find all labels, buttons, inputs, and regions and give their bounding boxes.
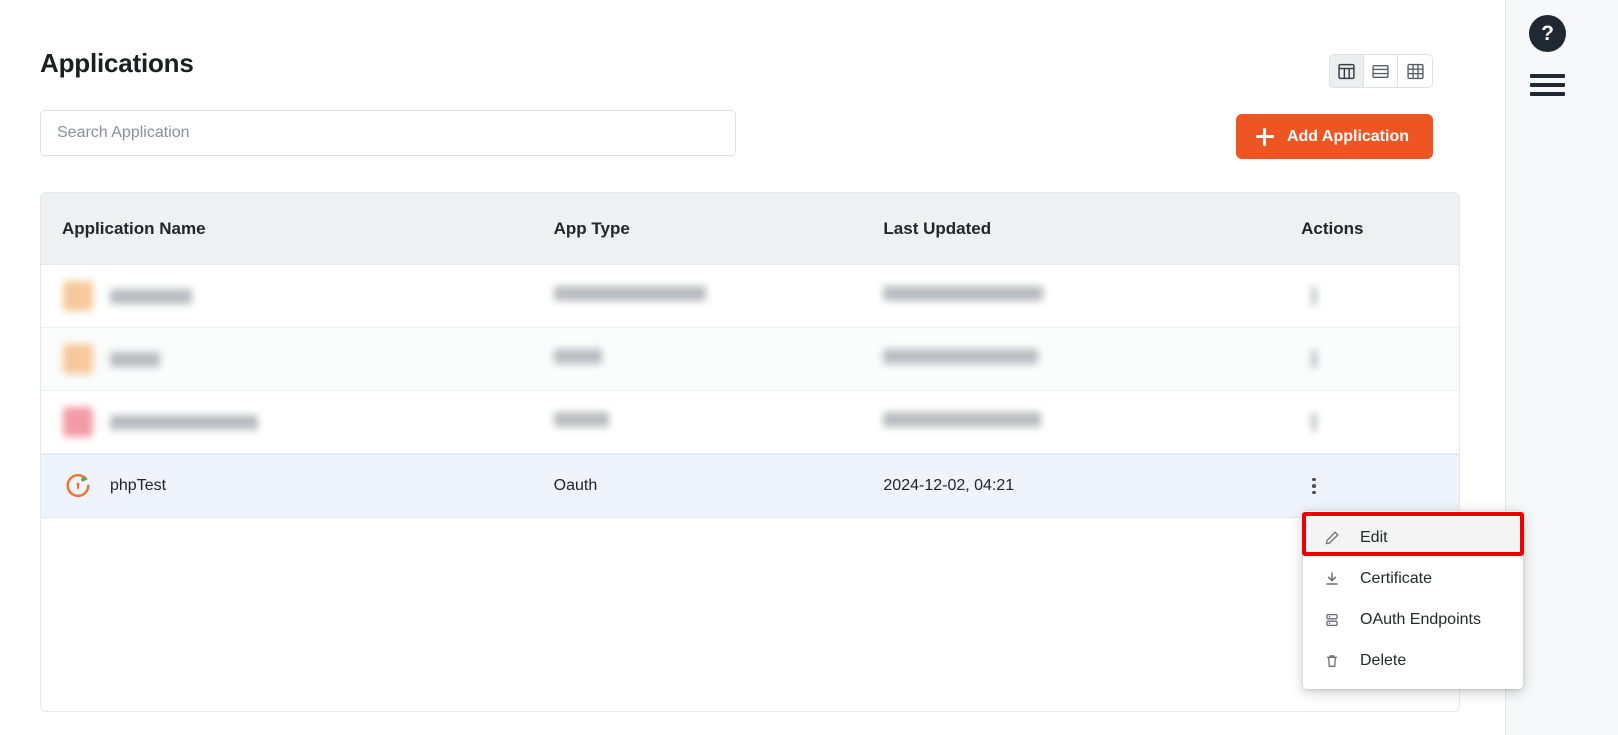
menu-item-delete-label: Delete bbox=[1360, 651, 1407, 669]
menu-item-certificate-label: Certificate bbox=[1360, 569, 1433, 587]
search-field-wrapper bbox=[40, 110, 736, 156]
view-mode-toggle-group[interactable] bbox=[1329, 54, 1433, 88]
search-input[interactable] bbox=[40, 110, 736, 156]
last-updated: 2024-12-02, 04:21 bbox=[883, 477, 1015, 494]
trash-icon bbox=[1321, 653, 1343, 669]
app-icon bbox=[62, 343, 94, 375]
app-icon bbox=[62, 280, 94, 312]
main-content: Applications Search Application Add Appl… bbox=[0, 0, 1524, 735]
menu-item-delete[interactable]: Delete bbox=[1303, 640, 1523, 681]
column-header-application-name: Application Name bbox=[62, 218, 206, 238]
row-actions-kebab-icon[interactable] bbox=[1301, 346, 1327, 372]
add-application-label: Add Application bbox=[1286, 127, 1409, 145]
view-mode-list-button[interactable] bbox=[1364, 55, 1398, 87]
pencil-icon bbox=[1321, 530, 1343, 546]
add-application-button[interactable]: Add Application bbox=[1235, 114, 1433, 159]
table-row[interactable] bbox=[41, 328, 1459, 391]
table-row[interactable] bbox=[41, 391, 1459, 454]
application-name-redacted bbox=[110, 351, 160, 367]
app-type-redacted bbox=[553, 412, 609, 427]
menu-item-edit[interactable]: Edit bbox=[1303, 517, 1523, 558]
menu-item-edit-label: Edit bbox=[1360, 528, 1388, 546]
row-actions-kebab-icon[interactable] bbox=[1301, 409, 1327, 435]
last-updated-redacted bbox=[883, 412, 1042, 427]
application-name-redacted bbox=[110, 414, 258, 430]
menu-item-certificate[interactable]: Certificate bbox=[1303, 558, 1523, 599]
row-actions-menu: Edit Certificate OAuth Endpoints Delete bbox=[1303, 511, 1523, 689]
menu-item-oauth-endpoints[interactable]: OAuth Endpoints bbox=[1303, 599, 1523, 640]
table-row[interactable] bbox=[41, 265, 1459, 328]
application-name-redacted bbox=[110, 288, 192, 304]
question-mark-icon: ? bbox=[1541, 21, 1554, 45]
application-page: Applications Search Application Add Appl… bbox=[0, 0, 1618, 735]
column-header-actions: Actions bbox=[1301, 218, 1364, 238]
app-type-redacted bbox=[553, 286, 706, 301]
hamburger-menu-icon[interactable] bbox=[1530, 74, 1565, 96]
table-header-row: Application Name App Type Last Updated A… bbox=[41, 193, 1459, 265]
column-header-last-updated: Last Updated bbox=[883, 218, 992, 238]
applications-table: Application Name App Type Last Updated A… bbox=[40, 192, 1460, 712]
view-mode-split-button[interactable] bbox=[1330, 55, 1364, 87]
view-mode-grid-button[interactable] bbox=[1398, 55, 1432, 87]
last-updated-redacted bbox=[883, 286, 1044, 301]
app-type-redacted bbox=[553, 349, 602, 364]
app-icon-phptest bbox=[62, 470, 94, 502]
app-type: Oauth bbox=[553, 477, 598, 494]
row-actions-kebab-icon[interactable] bbox=[1301, 473, 1327, 499]
application-name: phpTest bbox=[110, 477, 167, 494]
server-stack-icon bbox=[1321, 612, 1343, 628]
help-button[interactable]: ? bbox=[1529, 15, 1566, 52]
menu-item-oauth-endpoints-label: OAuth Endpoints bbox=[1360, 610, 1481, 628]
download-icon bbox=[1321, 571, 1343, 587]
list-rows-icon bbox=[1372, 63, 1389, 80]
last-updated-redacted bbox=[883, 349, 1039, 364]
app-icon bbox=[62, 406, 94, 438]
table-row-selected[interactable]: phpTest Oauth 2024-12-02, 04:21 bbox=[41, 454, 1459, 518]
table-split-icon bbox=[1338, 63, 1355, 80]
page-title: Applications bbox=[40, 48, 194, 78]
row-actions-kebab-icon[interactable] bbox=[1301, 283, 1327, 309]
grid-icon bbox=[1406, 63, 1424, 80]
column-header-app-type: App Type bbox=[553, 218, 630, 238]
plus-icon bbox=[1255, 127, 1274, 146]
